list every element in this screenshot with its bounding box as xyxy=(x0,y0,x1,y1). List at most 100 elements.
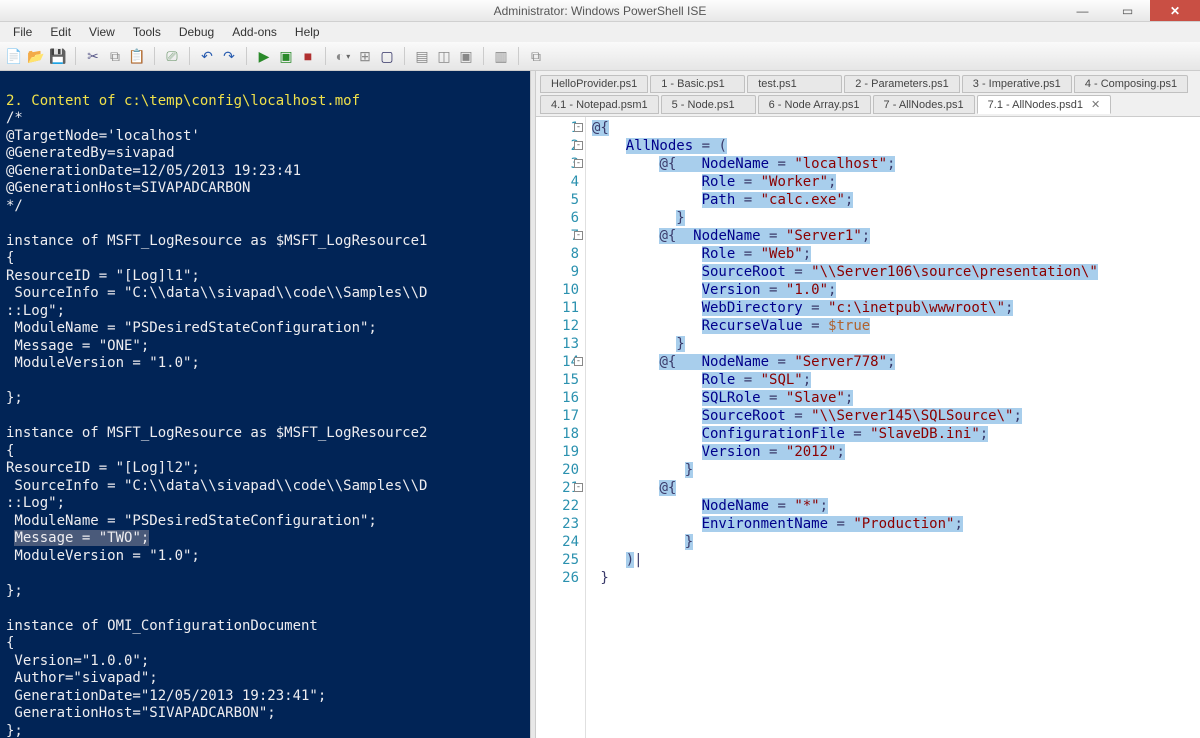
console-line xyxy=(6,215,524,233)
console-line: instance of OMI_ConfigurationDocument xyxy=(6,618,524,636)
toolbar-divider xyxy=(75,47,76,65)
console-line: ModuleVersion = "1.0"; xyxy=(6,355,524,373)
tab-label: HelloProvider.ps1 xyxy=(551,78,637,90)
console-line: @GenerationHost=SIVAPADCARBON xyxy=(6,180,524,198)
menu-addons[interactable]: Add-ons xyxy=(223,23,286,41)
console-header: 2. Content of c:\temp\config\localhost.m… xyxy=(6,93,524,111)
toolbar-divider xyxy=(246,47,247,65)
code-line: SQLRole = "Slave"; xyxy=(592,389,1200,407)
editor-tab[interactable]: 5 - Node.ps1 xyxy=(661,95,756,114)
console-line: GenerationDate="12/05/2013 19:23:41"; xyxy=(6,688,524,706)
line-number: 10 xyxy=(536,281,579,299)
fold-toggle-icon[interactable]: - xyxy=(574,123,583,132)
menu-view[interactable]: View xyxy=(80,23,124,41)
powershell-tab-icon[interactable]: ▢ xyxy=(379,48,395,64)
line-number: 23 xyxy=(536,515,579,533)
breakpoint-icon[interactable]: ◐ xyxy=(335,48,351,64)
copy-icon[interactable]: ⧉ xyxy=(107,48,123,64)
fold-toggle-icon[interactable]: - xyxy=(574,483,583,492)
console-line: Author="sivapad"; xyxy=(6,670,524,688)
editor-tab[interactable]: test.ps1 xyxy=(747,75,842,93)
line-number: 20 xyxy=(536,461,579,479)
close-tab-icon[interactable]: ✕ xyxy=(1083,98,1100,111)
redo-icon[interactable]: ↷ xyxy=(221,48,237,64)
line-number: 11 xyxy=(536,299,579,317)
line-number: 25 xyxy=(536,551,579,569)
console-line: */ xyxy=(6,198,524,216)
editor-tab[interactable]: 2 - Parameters.ps1 xyxy=(844,75,960,93)
fold-toggle-icon[interactable]: - xyxy=(574,141,583,150)
code-editor[interactable]: 1-2-3-4567-891011121314-15161718192021-2… xyxy=(536,117,1200,738)
console-line: { xyxy=(6,635,524,653)
code-line: Path = "calc.exe"; xyxy=(592,191,1200,209)
editor-tab[interactable]: 4 - Composing.ps1 xyxy=(1074,75,1188,93)
undo-icon[interactable]: ↶ xyxy=(199,48,215,64)
run-script-icon[interactable]: ▶ xyxy=(256,48,272,64)
console-line: Version="1.0.0"; xyxy=(6,653,524,671)
editor-tab[interactable]: 6 - Node Array.ps1 xyxy=(758,95,871,114)
close-button[interactable]: ✕ xyxy=(1150,0,1200,21)
maximize-button[interactable]: ▭ xyxy=(1105,0,1150,21)
code-area[interactable]: @{ AllNodes = ( @{ NodeName = "localhost… xyxy=(586,117,1200,738)
layout-top-icon[interactable]: ▤ xyxy=(414,48,430,64)
line-number: 4 xyxy=(536,173,579,191)
console-line: }; xyxy=(6,723,524,738)
console-line: @GeneratedBy=sivapad xyxy=(6,145,524,163)
tab-label: 2 - Parameters.ps1 xyxy=(855,78,949,90)
layout-side-icon[interactable]: ◫ xyxy=(436,48,452,64)
code-line: } xyxy=(592,569,1200,587)
new-file-icon[interactable]: 📄 xyxy=(6,48,22,64)
new-tab-icon[interactable]: ⊞ xyxy=(357,48,373,64)
menu-file[interactable]: File xyxy=(4,23,41,41)
fold-toggle-icon[interactable]: - xyxy=(574,159,583,168)
menu-edit[interactable]: Edit xyxy=(41,23,80,41)
menu-help[interactable]: Help xyxy=(286,23,329,41)
console-line: ModuleName = "PSDesiredStateConfiguratio… xyxy=(6,320,524,338)
line-number: 17 xyxy=(536,407,579,425)
code-line: Role = "SQL"; xyxy=(592,371,1200,389)
show-addon-icon[interactable]: ⧉ xyxy=(528,48,544,64)
fold-toggle-icon[interactable]: - xyxy=(574,231,583,240)
console-line xyxy=(6,373,524,391)
console-line: SourceInfo = "C:\\data\\sivapad\\code\\S… xyxy=(6,285,524,303)
console-line: ModuleVersion = "1.0"; xyxy=(6,548,524,566)
editor-tab[interactable]: 7 - AllNodes.ps1 xyxy=(873,95,975,114)
paste-icon[interactable]: 📋 xyxy=(129,48,145,64)
tab-label: 7 - AllNodes.ps1 xyxy=(884,99,964,111)
editor-tab[interactable]: HelloProvider.ps1 xyxy=(540,75,648,93)
code-line: AllNodes = ( xyxy=(592,137,1200,155)
save-icon[interactable]: 💾 xyxy=(50,48,66,64)
code-line: @{ xyxy=(592,479,1200,497)
editor-tab[interactable]: 7.1 - AllNodes.psd1✕ xyxy=(977,95,1112,114)
tab-label: 3 - Imperative.ps1 xyxy=(973,78,1061,90)
run-selection-icon[interactable]: ▣ xyxy=(278,48,294,64)
open-file-icon[interactable]: 📂 xyxy=(28,48,44,64)
console-line: @GenerationDate=12/05/2013 19:23:41 xyxy=(6,163,524,181)
console-line: { xyxy=(6,250,524,268)
fold-toggle-icon[interactable]: - xyxy=(574,357,583,366)
code-line: EnvironmentName = "Production"; xyxy=(592,515,1200,533)
menu-tools[interactable]: Tools xyxy=(124,23,170,41)
layout-max-icon[interactable]: ▣ xyxy=(458,48,474,64)
line-number: 19 xyxy=(536,443,579,461)
menu-debug[interactable]: Debug xyxy=(170,23,223,41)
code-line: WebDirectory = "c:\inetpub\wwwroot\"; xyxy=(592,299,1200,317)
tab-label: 4.1 - Notepad.psm1 xyxy=(551,99,648,111)
console-line: }; xyxy=(6,583,524,601)
clear-icon[interactable]: ⎚ xyxy=(164,48,180,64)
editor-tab[interactable]: 4.1 - Notepad.psm1 xyxy=(540,95,659,114)
cut-icon[interactable]: ✂ xyxy=(85,48,101,64)
stop-icon[interactable]: ■ xyxy=(300,48,316,64)
code-line: } xyxy=(592,209,1200,227)
console-pane[interactable]: 2. Content of c:\temp\config\localhost.m… xyxy=(0,71,530,738)
code-line: Version = "1.0"; xyxy=(592,281,1200,299)
editor-tab[interactable]: 1 - Basic.ps1 xyxy=(650,75,745,93)
window-titlebar: Administrator: Windows PowerShell ISE — … xyxy=(0,0,1200,22)
code-line: SourceRoot = "\\Server106\source\present… xyxy=(592,263,1200,281)
show-command-icon[interactable]: ▥ xyxy=(493,48,509,64)
line-number: 5 xyxy=(536,191,579,209)
minimize-button[interactable]: — xyxy=(1060,0,1105,21)
editor-tab[interactable]: 3 - Imperative.ps1 xyxy=(962,75,1072,93)
line-number: 24 xyxy=(536,533,579,551)
console-line: /* xyxy=(6,110,524,128)
